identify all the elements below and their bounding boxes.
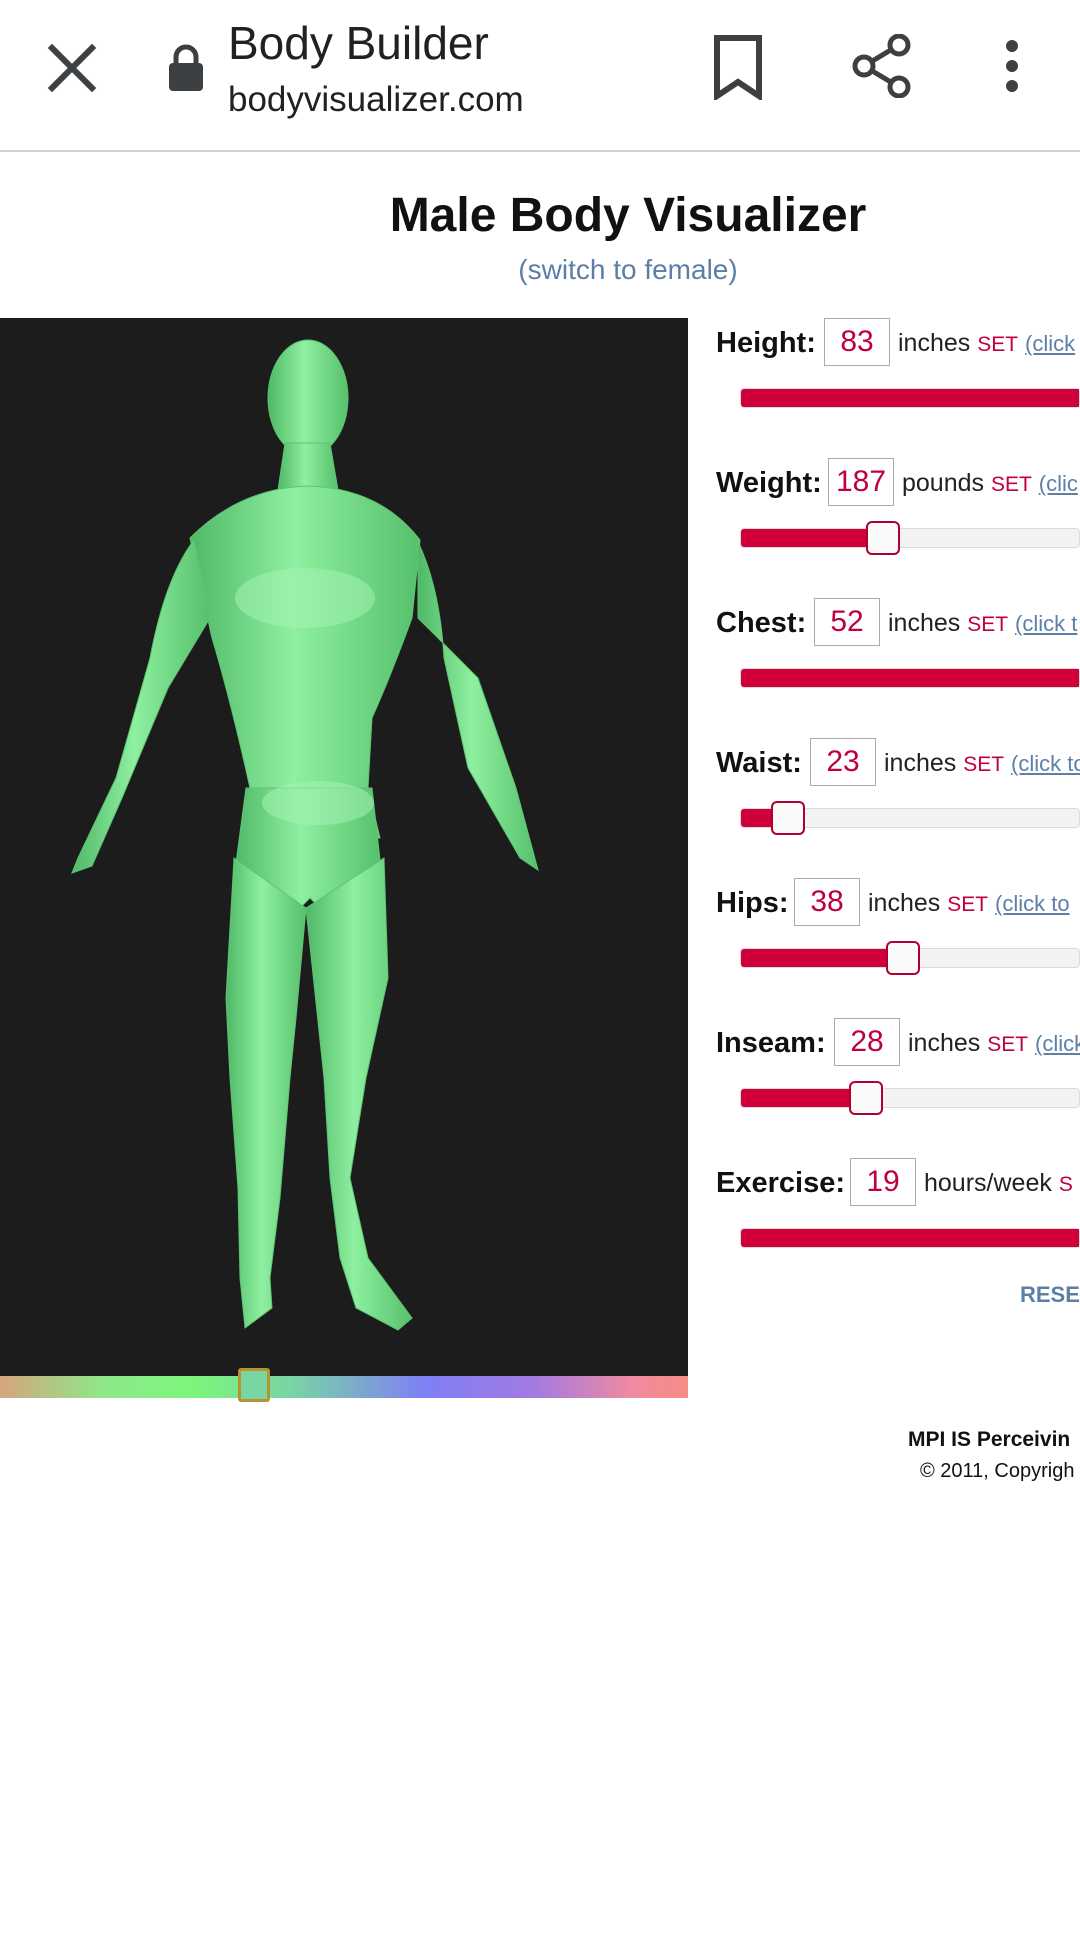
- inseam-set-button[interactable]: SET: [987, 1033, 1028, 1056]
- height-slider-fill: [741, 389, 1079, 407]
- exercise-slider[interactable]: [740, 1228, 1080, 1248]
- height-unit: inches SET (click: [898, 318, 1075, 370]
- close-icon[interactable]: [44, 40, 100, 96]
- inseam-unit: inches SET (click: [908, 1018, 1080, 1070]
- hips-slider-thumb[interactable]: [886, 941, 921, 975]
- weight-unit: pounds SET (clic: [902, 458, 1078, 510]
- color-slider-track[interactable]: [0, 1376, 688, 1398]
- reset-button[interactable]: RESET: [1020, 1282, 1080, 1308]
- waist-slider[interactable]: [740, 801, 1080, 835]
- switch-to-female-link[interactable]: (switch to female): [0, 254, 1080, 286]
- hips-unit: inches SET (click to: [868, 878, 1070, 930]
- control-weight: Weight: 187 pounds SET (clic: [716, 458, 1080, 598]
- height-click-link[interactable]: (click: [1025, 331, 1075, 356]
- weight-slider-thumb[interactable]: [865, 521, 900, 555]
- more-options-icon[interactable]: [994, 38, 1030, 94]
- hips-unit-text: inches: [868, 889, 941, 917]
- exercise-slider-fill: [741, 1229, 1079, 1247]
- control-chest: Chest: 52 inches SET (click t: [716, 598, 1080, 738]
- weight-slider[interactable]: [740, 521, 1080, 555]
- height-label: Height:: [716, 327, 816, 359]
- chest-unit-text: inches: [888, 609, 961, 637]
- waist-slider-thumb[interactable]: [771, 801, 806, 835]
- hips-slider[interactable]: [740, 941, 1080, 975]
- page-title: Male Body Visualizer: [389, 189, 867, 242]
- control-exercise: Exercise: 19 hours/week S: [716, 1158, 1080, 1298]
- control-waist: Waist: 23 inches SET (click to: [716, 738, 1080, 878]
- bookmark-icon[interactable]: [712, 34, 764, 100]
- height-input[interactable]: 83: [824, 318, 890, 366]
- exercise-unit-text: hours/week: [924, 1169, 1052, 1197]
- inseam-slider-fill: [741, 1089, 867, 1107]
- inseam-slider-thumb[interactable]: [849, 1081, 884, 1115]
- exercise-set-button[interactable]: S: [1059, 1173, 1073, 1196]
- exercise-input[interactable]: 19: [850, 1158, 916, 1206]
- weight-set-button[interactable]: SET: [991, 473, 1032, 496]
- exercise-label: Exercise:: [716, 1167, 845, 1199]
- weight-click-link[interactable]: (clic: [1039, 471, 1078, 496]
- control-inseam: Inseam: 28 inches SET (click: [716, 1018, 1080, 1158]
- browser-toolbar: Body Builder bodyvisualizer.com: [0, 0, 1080, 152]
- chest-unit: inches SET (click t: [888, 598, 1077, 650]
- chest-set-button[interactable]: SET: [967, 613, 1008, 636]
- chest-slider-fill: [741, 669, 1079, 687]
- color-slider-handle[interactable]: [238, 1368, 270, 1402]
- hips-label: Hips:: [716, 887, 789, 919]
- hips-slider-fill: [741, 949, 904, 967]
- hips-click-link[interactable]: (click to: [995, 891, 1070, 916]
- waist-input[interactable]: 23: [810, 738, 876, 786]
- inseam-input[interactable]: 28: [834, 1018, 900, 1066]
- control-height: Height: 83 inches SET (click: [716, 318, 1080, 458]
- hips-set-button[interactable]: SET: [947, 893, 988, 916]
- share-icon[interactable]: [852, 34, 912, 98]
- control-hips: Hips: 38 inches SET (click to: [716, 878, 1080, 1018]
- hips-input[interactable]: 38: [794, 878, 860, 926]
- footer-copyright: © 2011, Copyrigh: [920, 1460, 1075, 1482]
- waist-unit: inches SET (click to: [884, 738, 1080, 790]
- exercise-unit: hours/week S: [924, 1158, 1073, 1210]
- inseam-slider[interactable]: [740, 1081, 1080, 1115]
- height-unit-text: inches: [898, 329, 971, 357]
- footer-org: MPI IS Perceivin: [908, 1428, 1071, 1451]
- weight-slider-fill: [741, 529, 883, 547]
- inseam-click-link[interactable]: (click: [1035, 1031, 1080, 1056]
- body-3d-viewer[interactable]: [0, 318, 688, 1376]
- waist-label: Waist:: [716, 747, 802, 779]
- weight-input[interactable]: 187: [828, 458, 894, 506]
- weight-label: Weight:: [716, 467, 822, 499]
- height-slider[interactable]: [740, 388, 1080, 408]
- body-figure: [71, 339, 539, 1331]
- inseam-unit-text: inches: [908, 1029, 981, 1057]
- page-tab-title: Body Builder: [228, 17, 489, 69]
- inseam-label: Inseam:: [716, 1027, 826, 1059]
- waist-set-button[interactable]: SET: [963, 753, 1004, 776]
- waist-click-link[interactable]: (click to: [1011, 751, 1080, 776]
- chest-input[interactable]: 52: [814, 598, 880, 646]
- chest-slider[interactable]: [740, 668, 1080, 688]
- chest-label: Chest:: [716, 607, 807, 639]
- chest-click-link[interactable]: (click t: [1015, 611, 1077, 636]
- url-text[interactable]: bodyvisualizer.com: [228, 80, 524, 120]
- lock-icon: [169, 44, 203, 91]
- waist-unit-text: inches: [884, 749, 957, 777]
- weight-unit-text: pounds: [902, 469, 985, 497]
- height-set-button[interactable]: SET: [977, 333, 1018, 356]
